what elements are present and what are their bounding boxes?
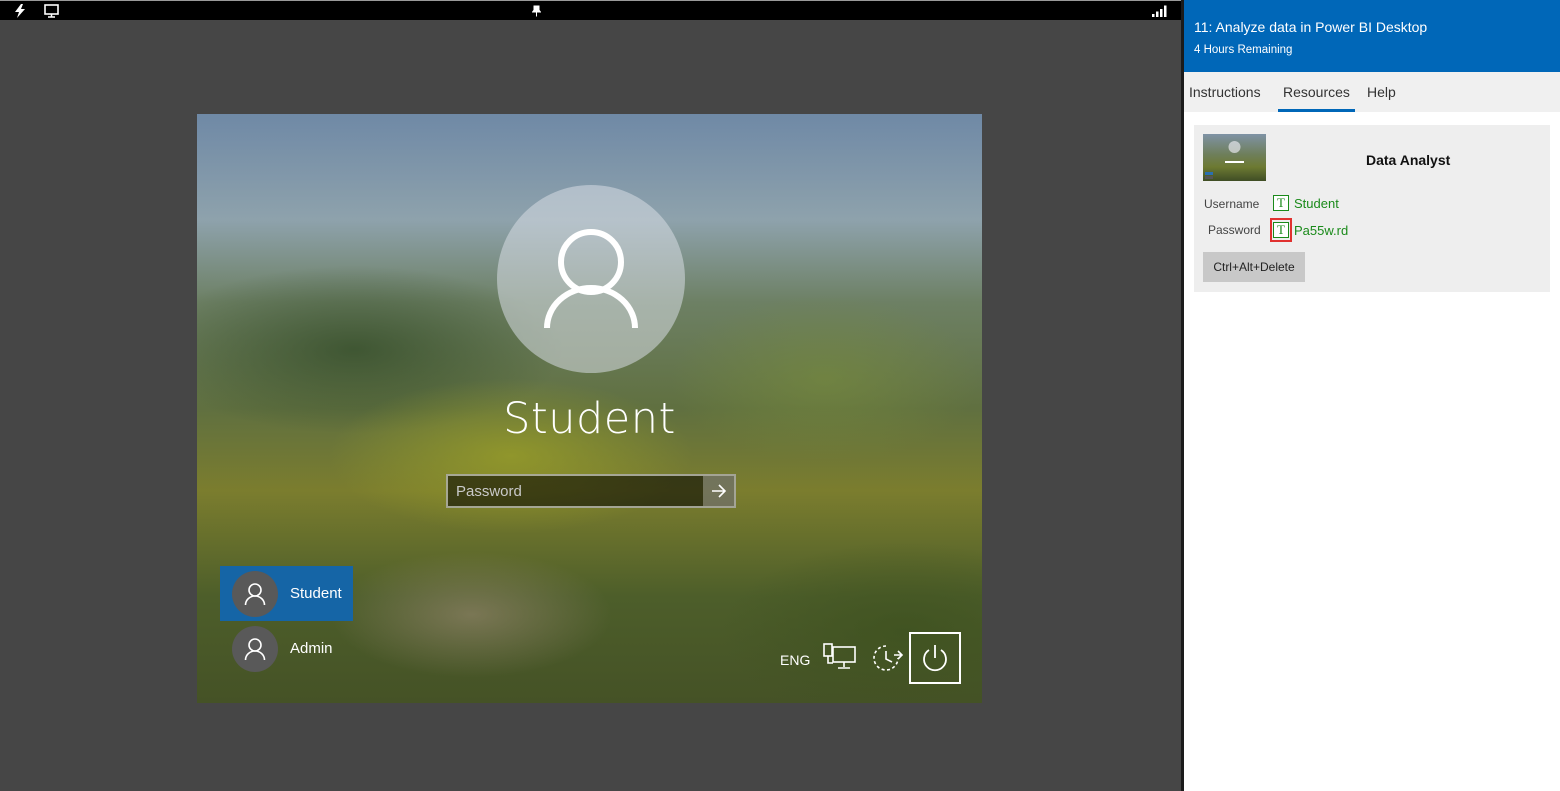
lab-panel: 11: Analyze data in Power BI Desktop 4 H… <box>1184 0 1560 791</box>
windows-lock-screen: Student Student Admin ENG <box>197 114 982 703</box>
account-avatar <box>232 625 278 672</box>
password-value[interactable]: Pa55w.rd <box>1294 223 1348 238</box>
account-avatar <box>232 570 278 617</box>
vm-resource-card: Data Analyst Username T Student Password… <box>1194 125 1550 292</box>
password-input[interactable] <box>448 476 703 506</box>
type-text-icon[interactable]: T <box>1273 195 1289 211</box>
network-icon[interactable] <box>823 643 857 673</box>
language-indicator[interactable]: ENG <box>780 652 810 668</box>
user-avatar <box>497 185 685 373</box>
time-remaining: 4 Hours Remaining <box>1194 44 1293 56</box>
vm-name: Data Analyst <box>1366 152 1451 168</box>
type-text-icon[interactable]: T <box>1273 222 1289 238</box>
remote-desktop-area[interactable]: Student Student Admin ENG <box>0 0 1181 791</box>
lab-tabs: Instructions Resources Help <box>1184 72 1560 112</box>
monitor-icon[interactable] <box>44 3 59 18</box>
ctrl-alt-delete-button[interactable]: Ctrl+Alt+Delete <box>1203 252 1305 282</box>
lab-title: 11: Analyze data in Power BI Desktop <box>1194 19 1428 35</box>
account-item-admin[interactable]: Admin <box>220 621 353 676</box>
ease-of-access-icon[interactable] <box>870 643 904 673</box>
pin-icon[interactable] <box>532 3 541 18</box>
submit-button[interactable] <box>703 476 734 506</box>
user-icon <box>544 229 638 329</box>
account-name: Student <box>290 585 342 602</box>
user-icon <box>244 637 266 660</box>
password-label: Password <box>1208 223 1261 237</box>
username-label: Username <box>1204 197 1260 211</box>
username-value[interactable]: Student <box>1294 196 1339 211</box>
vm-toolbar <box>0 0 1181 20</box>
signal-strength-icon <box>1152 3 1168 18</box>
tab-resources[interactable]: Resources <box>1278 72 1355 112</box>
password-box <box>446 474 736 508</box>
tab-help[interactable]: Help <box>1362 72 1401 112</box>
arrow-right-icon <box>711 484 726 498</box>
lightning-icon[interactable] <box>14 3 26 18</box>
lock-user-name: Student <box>503 394 676 444</box>
account-item-student[interactable]: Student <box>220 566 353 621</box>
tab-instructions[interactable]: Instructions <box>1184 72 1266 112</box>
account-name: Admin <box>290 640 333 657</box>
vm-thumbnail[interactable] <box>1203 134 1266 181</box>
user-icon <box>244 582 266 605</box>
power-button[interactable] <box>909 632 961 684</box>
lab-header: 11: Analyze data in Power BI Desktop 4 H… <box>1184 0 1560 72</box>
power-icon <box>923 645 947 672</box>
